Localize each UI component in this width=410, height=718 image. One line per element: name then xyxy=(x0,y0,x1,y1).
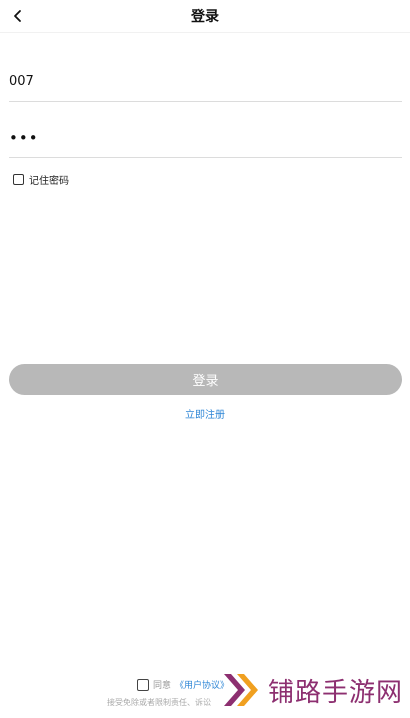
agreement-checkbox[interactable] xyxy=(137,678,149,691)
remember-password-label: 记住密码 xyxy=(29,176,69,187)
login-button[interactable]: 登录 xyxy=(9,364,402,395)
watermark-text: 铺路手游网 xyxy=(268,677,404,708)
password-field xyxy=(9,113,402,158)
agreement-row: 同意 《用户协议》 xyxy=(137,678,229,691)
login-page: 登录 记住密码 登录 立即注册 同意 《用户协议》 接受免除或者限制责任、诉讼 … xyxy=(0,0,410,718)
page-title: 登录 xyxy=(191,9,219,25)
remember-password-checkbox[interactable] xyxy=(13,174,24,185)
watermark: 铺路手游网 xyxy=(220,668,403,712)
password-input[interactable] xyxy=(9,129,389,147)
top-bar: 登录 xyxy=(0,0,410,33)
register-link[interactable]: 立即注册 xyxy=(0,406,410,421)
username-field xyxy=(9,57,402,102)
agree-text: 同意 xyxy=(153,681,172,691)
agreement-notice: 接受免除或者限制责任、诉讼 xyxy=(107,698,211,707)
remember-password-toggle[interactable]: 记住密码 xyxy=(13,172,69,187)
watermark-logo-icon xyxy=(224,674,258,706)
username-input[interactable] xyxy=(9,74,389,89)
